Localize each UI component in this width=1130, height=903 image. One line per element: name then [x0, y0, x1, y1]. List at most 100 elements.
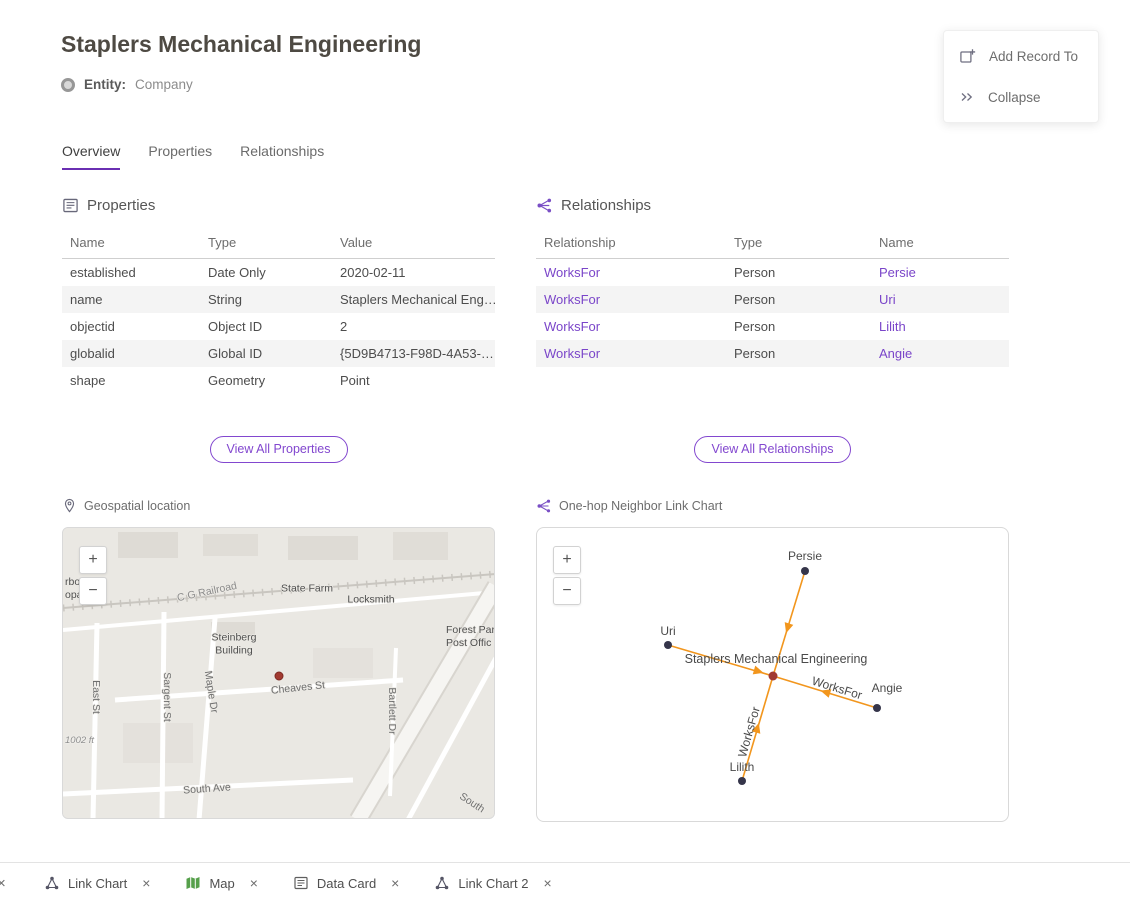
relationships-section: Relationships Relationship Type Name Wor… — [536, 197, 1009, 367]
entity-type-icon — [61, 78, 75, 92]
column-header-name: Name — [871, 227, 1009, 259]
column-header-value: Value — [332, 227, 495, 259]
column-header-relationship: Relationship — [536, 227, 726, 259]
section-title: Relationships — [561, 197, 651, 214]
relationship-link[interactable]: WorksFor — [536, 286, 726, 313]
view-all-relationships-button[interactable]: View All Relationships — [694, 436, 850, 463]
bottom-tab-data-card[interactable]: Data Card × — [293, 875, 399, 891]
table-row: WorksFor Person Persie — [536, 259, 1009, 287]
entity-link[interactable]: Uri — [871, 286, 1009, 313]
map-label-state-farm: State Farm — [281, 583, 333, 596]
cell-type: Person — [726, 340, 871, 367]
map-label-steinberg-building: Steinberg Building — [212, 631, 257, 656]
bottom-tab-map[interactable]: Map × — [185, 875, 257, 891]
node-label-angie[interactable]: Angie — [872, 681, 903, 695]
cell-value: 2 — [332, 313, 495, 340]
bottom-tab-label: Map — [209, 876, 234, 891]
cell-type: Person — [726, 259, 871, 287]
entity-link[interactable]: Persie — [871, 259, 1009, 287]
close-icon[interactable]: × — [391, 875, 399, 891]
map-view[interactable]: + − rbour opaedics C G Railroad State Fa… — [62, 527, 495, 819]
table-row: shape Geometry Point — [62, 367, 495, 394]
chart-zoom-in-button[interactable]: + — [553, 546, 581, 574]
cell-type: Person — [726, 313, 871, 340]
entity-row: Entity: Company — [61, 77, 193, 92]
bottom-tab-label: Link Chart 2 — [458, 876, 528, 891]
table-row: WorksFor Person Uri — [536, 286, 1009, 313]
relationships-heading: Relationships — [536, 197, 1009, 214]
context-menu: Add Record To Collapse — [943, 30, 1099, 123]
properties-heading: Properties — [62, 197, 495, 214]
basemap-canvas — [63, 528, 495, 819]
column-header-name: Name — [62, 227, 200, 259]
map-pin-icon — [62, 498, 77, 513]
table-header-row: Relationship Type Name — [536, 227, 1009, 259]
cell-name: objectid — [62, 313, 200, 340]
map-label-bartlett-dr: Bartlett Dr — [386, 687, 398, 734]
column-header-type: Type — [200, 227, 332, 259]
bottom-tab-link-chart-2[interactable]: Link Chart 2 × — [434, 875, 551, 891]
map-zoom-out-button[interactable]: − — [79, 577, 107, 605]
link-chart-icon — [44, 875, 60, 891]
tab-properties[interactable]: Properties — [148, 143, 212, 170]
sub-heading-label: One-hop Neighbor Link Chart — [559, 499, 722, 513]
view-all-properties-button[interactable]: View All Properties — [210, 436, 348, 463]
menu-item-add-record-to[interactable]: Add Record To — [944, 36, 1098, 77]
chart-zoom-out-button[interactable]: − — [553, 577, 581, 605]
relationship-link[interactable]: WorksFor — [536, 259, 726, 287]
data-card-icon — [293, 875, 309, 891]
bottom-tab-label: Link Chart — [68, 876, 127, 891]
cell-name: name — [62, 286, 200, 313]
close-icon[interactable]: × — [543, 875, 551, 891]
link-chart-canvas — [537, 528, 1009, 822]
cell-type: Global ID — [200, 340, 332, 367]
view-all-relationships-row: View All Relationships — [536, 436, 1009, 463]
cell-type: Person — [726, 286, 871, 313]
cell-name: shape — [62, 367, 200, 394]
node-label-lilith[interactable]: Lilith — [730, 760, 755, 774]
node-center — [769, 672, 778, 681]
tab-relationships[interactable]: Relationships — [240, 143, 324, 170]
view-all-properties-row: View All Properties — [62, 436, 495, 463]
table-row: objectid Object ID 2 — [62, 313, 495, 340]
relationship-link[interactable]: WorksFor — [536, 313, 726, 340]
table-row: WorksFor Person Angie — [536, 340, 1009, 367]
collapse-icon — [959, 89, 975, 105]
relationship-link[interactable]: WorksFor — [536, 340, 726, 367]
tab-bar: Overview Properties Relationships — [62, 143, 324, 170]
tab-overview[interactable]: Overview — [62, 143, 120, 170]
close-icon[interactable]: × — [142, 875, 150, 891]
node-uri — [664, 641, 672, 649]
table-row: globalid Global ID {5D9B4713-F98D-4A53-… — [62, 340, 495, 367]
bottom-tab-bar: × Link Chart × Map × Data Card × Link Ch… — [0, 862, 1130, 903]
map-scale-label: 1002 ft — [65, 735, 94, 746]
link-chart-icon — [536, 498, 552, 514]
geospatial-heading: Geospatial location — [62, 498, 190, 513]
cell-type: Object ID — [200, 313, 332, 340]
cell-type: Geometry — [200, 367, 332, 394]
node-persie — [801, 567, 809, 575]
map-label-locksmith: Locksmith — [347, 594, 394, 607]
node-label-uri[interactable]: Uri — [660, 624, 675, 638]
table-row: WorksFor Person Lilith — [536, 313, 1009, 340]
bottom-tab-link-chart[interactable]: Link Chart × — [44, 875, 150, 891]
map-zoom-in-button[interactable]: + — [79, 546, 107, 574]
node-label-persie[interactable]: Persie — [788, 549, 822, 563]
cell-name: globalid — [62, 340, 200, 367]
section-title: Properties — [87, 197, 155, 214]
map-label-sargent-st: Sargent St — [161, 672, 173, 722]
properties-section: Properties Name Type Value established D… — [62, 197, 495, 394]
entity-link[interactable]: Lilith — [871, 313, 1009, 340]
table-header-row: Name Type Value — [62, 227, 495, 259]
close-icon[interactable]: × — [250, 875, 258, 891]
menu-item-collapse[interactable]: Collapse — [944, 77, 1098, 117]
one-hop-heading: One-hop Neighbor Link Chart — [536, 498, 722, 514]
node-label-center[interactable]: Staplers Mechanical Engineering — [685, 652, 868, 666]
sub-heading-label: Geospatial location — [84, 499, 190, 513]
menu-item-label: Collapse — [988, 90, 1041, 105]
partial-tab-close-icon[interactable]: × — [0, 875, 9, 892]
cell-value: Point — [332, 367, 495, 394]
link-chart-view[interactable]: + − Persie Uri Angie Lilith Staplers Mec… — [536, 527, 1009, 822]
entity-link[interactable]: Angie — [871, 340, 1009, 367]
map-icon — [185, 875, 201, 891]
